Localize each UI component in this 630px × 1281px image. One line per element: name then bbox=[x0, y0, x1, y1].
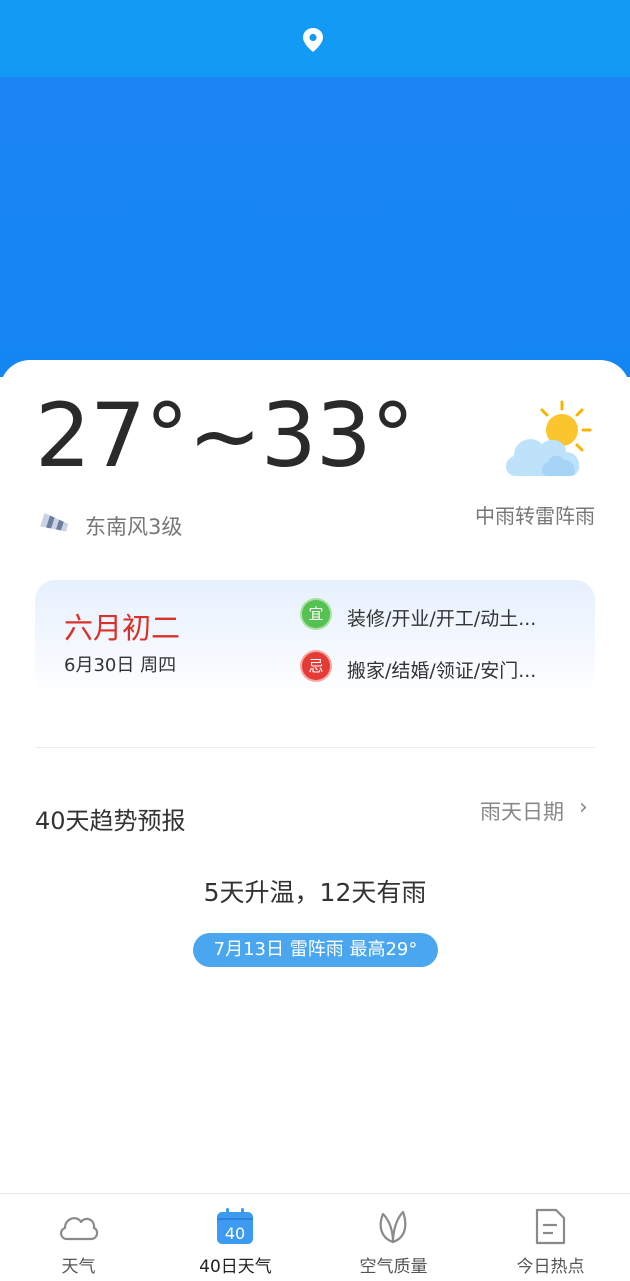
solar-date: 6月30日 周四 bbox=[64, 655, 177, 676]
ji-activities: 搬家/结婚/领证/安门... bbox=[347, 660, 537, 682]
ji-badge: 忌 bbox=[302, 652, 330, 680]
nav-item-40day[interactable]: 40 40日天气 bbox=[157, 1194, 314, 1281]
top-bar bbox=[0, 0, 630, 77]
divider bbox=[35, 747, 595, 748]
trend-summary: 5天升温，12天有雨 bbox=[203, 878, 427, 907]
location-pin-icon[interactable] bbox=[302, 27, 324, 53]
cloud-icon bbox=[60, 1217, 99, 1241]
yi-badge: 宜 bbox=[302, 600, 330, 628]
nav-label-hot-topics: 今日热点 bbox=[516, 1257, 585, 1277]
nav-label-air-quality: 空气质量 bbox=[359, 1257, 428, 1277]
document-icon bbox=[535, 1208, 566, 1245]
nav-item-hot-topics[interactable]: 今日热点 bbox=[472, 1194, 629, 1281]
wind-info: 东南风3级 bbox=[85, 515, 183, 539]
calendar-badge-text: 40 bbox=[225, 1224, 245, 1243]
nav-label-weather: 天气 bbox=[61, 1257, 96, 1277]
chevron-right-icon[interactable]: › bbox=[579, 795, 588, 820]
weather-description: 中雨转雷阵雨 bbox=[475, 504, 595, 528]
leaf-icon bbox=[379, 1210, 407, 1244]
yi-activities: 装修/开业/开工/动土... bbox=[347, 608, 537, 630]
lunar-date: 六月初二 bbox=[64, 611, 181, 645]
nav-item-weather[interactable]: 天气 bbox=[0, 1194, 157, 1281]
hero-background bbox=[0, 77, 630, 377]
windsock-icon bbox=[40, 512, 69, 532]
nav-item-air-quality[interactable]: 空气质量 bbox=[315, 1194, 472, 1281]
bottom-nav: 天气 40 40日天气 空气质量 今日热点 bbox=[0, 1193, 630, 1281]
trend-title: 40天趋势预报 bbox=[35, 807, 186, 835]
partly-cloudy-sun-icon bbox=[505, 400, 592, 476]
calendar-40-icon: 40 bbox=[217, 1208, 253, 1244]
temperature-range: 27°~33° bbox=[35, 384, 415, 487]
highlight-pill[interactable]: 7月13日 雷阵雨 最高29° bbox=[193, 933, 438, 967]
nav-label-40day: 40日天气 bbox=[199, 1257, 272, 1277]
rain-days-link[interactable]: 雨天日期 bbox=[480, 796, 564, 826]
